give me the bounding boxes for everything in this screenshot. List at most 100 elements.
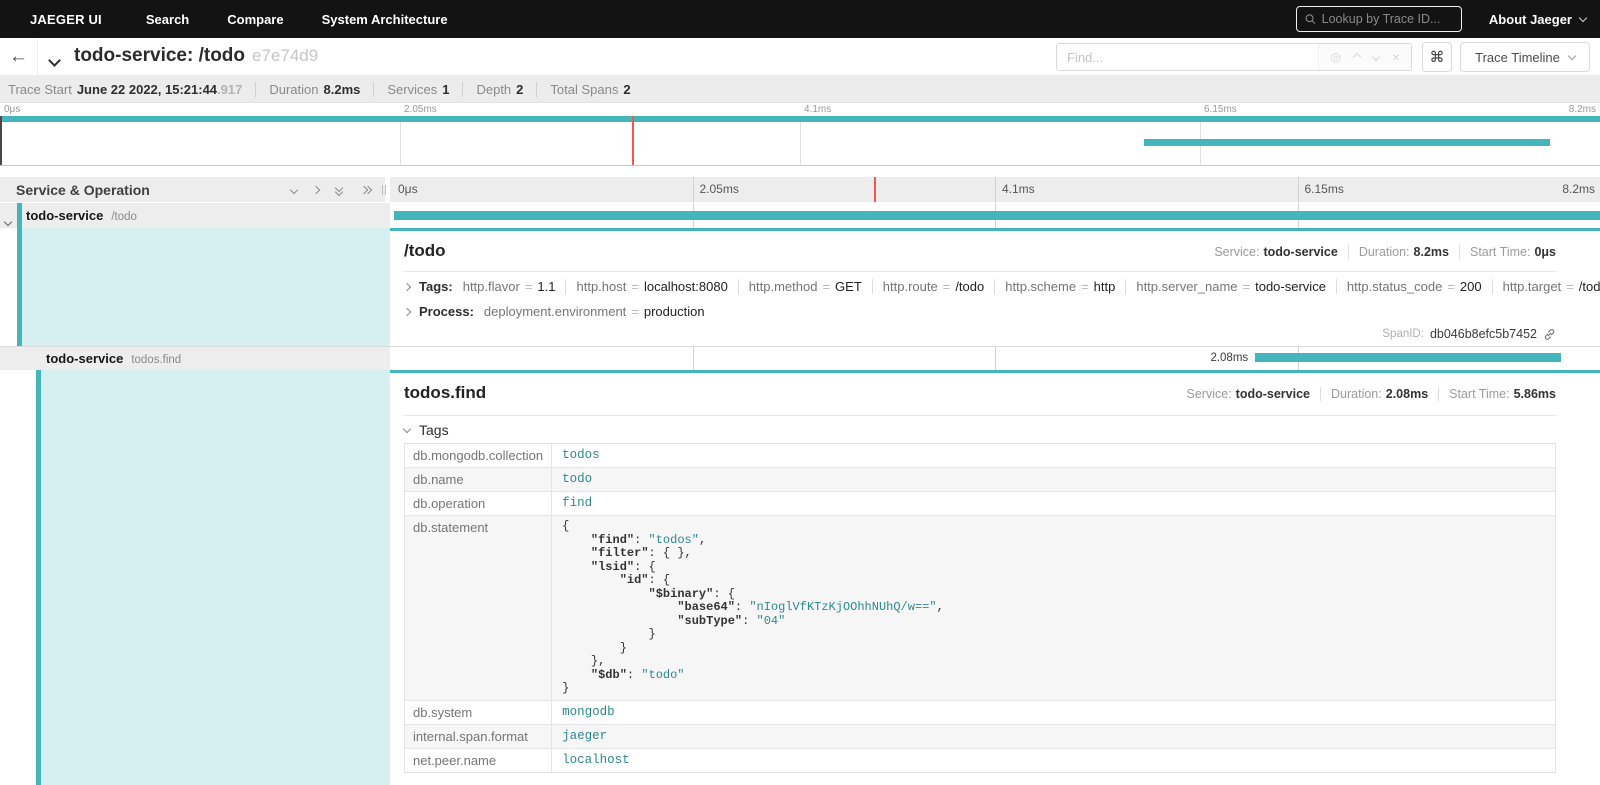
summary-item: Services1 (373, 82, 449, 97)
chevron-right-icon[interactable] (404, 309, 410, 315)
tags-section-toggle[interactable]: Tags (404, 422, 449, 438)
expand-all-icon[interactable] (361, 185, 373, 195)
minimap-cursor-line (632, 116, 634, 165)
span-bar-todos-find[interactable] (1255, 353, 1561, 362)
nav-item[interactable]: System Architecture (322, 12, 448, 27)
span-meta-item: Duration: 2.08ms (1320, 387, 1428, 401)
page-title: todo-service: /todo e7e74d9 (74, 45, 318, 67)
expand-one-icon[interactable] (313, 187, 319, 193)
find-box: ◎ × (1056, 43, 1412, 71)
process-accordion-label[interactable]: Process: (419, 304, 474, 319)
trace-title: todo-service: /todo (74, 45, 245, 66)
meta-label: Service: (1187, 387, 1232, 401)
tag-row: internal.span.formatjaeger (405, 724, 1556, 748)
meta-label: Duration: (1331, 387, 1382, 401)
jaeger-trace-page: JAEGER UI Search Compare System Architectu… (0, 0, 1600, 785)
about-jaeger-menu[interactable]: About Jaeger (1489, 0, 1586, 38)
tag-value: /todo (1579, 279, 1600, 294)
timeline-tick-label: 6.15ms (1305, 182, 1344, 196)
span-id-row: SpanID: db046b8efc5b7452 (1382, 327, 1556, 341)
span-detail-left-panel (22, 228, 390, 346)
app-brand[interactable]: JAEGER UI (30, 12, 102, 27)
trace-lookup-input[interactable] (1322, 12, 1453, 26)
minimap-tick-label: 6.15ms (1204, 104, 1237, 115)
span-row-name-todos-find[interactable]: todo-servicetodos.find (0, 346, 390, 370)
top-nav: JAEGER UI Search Compare System Architectu… (0, 0, 1600, 38)
tags-accordion-label[interactable]: Tags: (419, 279, 453, 294)
span-detail-left-panel (41, 370, 390, 785)
tag-summary-item: http.route=/todo (872, 279, 984, 294)
chevron-right-icon[interactable] (404, 284, 410, 290)
equals-sign: = (1243, 279, 1251, 294)
equals-sign: = (1081, 279, 1089, 294)
minimap-tick-label: 4.1ms (804, 104, 831, 115)
tag-key: http.flavor (463, 279, 520, 294)
timeline-gridline (1298, 177, 1299, 202)
span1-process-list: deployment.environment=production (484, 304, 705, 319)
minimap-root-span-bar (0, 116, 1600, 122)
main-nav: Search Compare System Architecture (146, 12, 448, 27)
find-input[interactable] (1057, 50, 1318, 65)
link-icon[interactable] (1543, 328, 1556, 341)
meta-value: todo-service (1236, 387, 1310, 401)
equals-sign: = (525, 279, 533, 294)
tags-table: db.mongodb.collectiontodosdb.nametododb.… (404, 443, 1556, 773)
collapse-trace-chevron[interactable] (50, 52, 59, 70)
timeline-gridline (995, 347, 996, 370)
chevron-down-icon[interactable] (5, 212, 11, 230)
timeline-gridline (995, 177, 996, 202)
find-reset-icon[interactable]: ◎ (1330, 50, 1340, 64)
span-meta-todo: Service:todo-serviceDuration:8.2msStart … (1214, 245, 1556, 259)
timeline-gridline (693, 177, 694, 202)
minimap-canvas[interactable] (0, 116, 1600, 166)
tag-row-key: db.operation (405, 492, 552, 516)
tag-row-key: internal.span.format (405, 724, 552, 748)
trace-id: e7e74d9 (252, 46, 318, 65)
span-row-name-todo[interactable]: todo-service/todo (0, 203, 390, 228)
span-detail-title: todos.find (404, 383, 486, 403)
column-resizer-handle[interactable] (382, 185, 386, 195)
summary-value: June 22 2022, 15:21:44 (77, 82, 217, 97)
nav-item[interactable]: Compare (227, 12, 283, 27)
tag-row-value: localhost (552, 748, 1556, 772)
meta-value: 2.08ms (1386, 387, 1428, 401)
chevron-down-icon (1579, 13, 1587, 21)
span-meta-item: Service: todo-service (1187, 387, 1311, 401)
span-service-name: todo-servicetodos.find (46, 351, 181, 366)
minimap-range-handle[interactable] (0, 116, 2, 165)
timeline-header-left: Service & Operation (0, 177, 385, 202)
tag-row: db.systemmongodb (405, 700, 1556, 724)
service-operation-header: Service & Operation (16, 182, 150, 198)
find-clear-icon[interactable]: × (1392, 50, 1400, 64)
tag-value: http (1094, 279, 1116, 294)
tag-row-value: todos (552, 444, 1556, 468)
minimap-tick-label: 2.05ms (404, 104, 437, 115)
back-button[interactable]: ← (0, 38, 38, 75)
minimap-tick-label: 8.2ms (1569, 104, 1596, 115)
tag-value: GET (835, 279, 862, 294)
tag-row-value: todo (552, 468, 1556, 492)
about-jaeger-label: About Jaeger (1489, 12, 1572, 27)
trace-view-selector[interactable]: Trace Timeline (1460, 42, 1590, 72)
equals-sign: = (943, 279, 951, 294)
collapse-all-icon[interactable] (335, 184, 345, 196)
summary-label: Depth (476, 82, 511, 97)
keyboard-shortcuts-button[interactable]: ⌘ (1422, 42, 1452, 72)
span-id-label: SpanID: (1382, 328, 1424, 340)
summary-label: Total Spans (550, 82, 618, 97)
summary-item: Total Spans2 (536, 82, 630, 97)
summary-label: Trace Start (8, 82, 72, 97)
process-accordion: Process: deployment.environment=producti… (404, 304, 705, 319)
meta-label: Start Time: (1449, 387, 1509, 401)
find-prev-icon[interactable] (1353, 53, 1361, 61)
span-bar-todo[interactable] (394, 211, 1600, 220)
tag-row-key: db.system (405, 700, 552, 724)
summary-label: Services (387, 82, 437, 97)
collapse-one-icon[interactable] (291, 187, 297, 193)
equals-sign: = (631, 304, 639, 319)
search-icon (1305, 13, 1316, 25)
tag-summary-item: http.method=GET (738, 279, 862, 294)
tag-row-key: db.statement (405, 516, 552, 701)
nav-item[interactable]: Search (146, 12, 189, 27)
find-next-icon[interactable] (1372, 53, 1380, 61)
